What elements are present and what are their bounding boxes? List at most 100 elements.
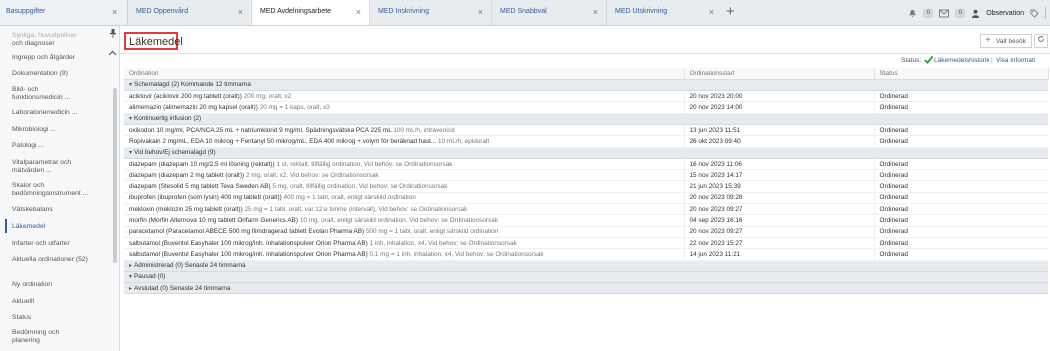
table-row[interactable]: diazepam (diazepam 10 mg/2,5 ml lösning … — [124, 158, 1048, 171]
sidebar-item-mikrobiologi[interactable]: Mikrobiologi ... — [12, 126, 108, 134]
close-icon[interactable]: × — [593, 7, 598, 17]
divider — [120, 53, 1050, 54]
valt-besok-button[interactable]: + Valt besök — [980, 34, 1032, 48]
sidebar-item-aktuellt[interactable]: Aktuellt — [12, 298, 108, 306]
table-row[interactable]: salbutamol (Buventol Easyhaler 100 mikro… — [124, 237, 1048, 250]
group-row[interactable]: ▾ Pausad (0) — [124, 271, 1048, 284]
ordinationsstart-cell: 16 nov 2023 11:06 — [683, 158, 874, 171]
user-icon[interactable] — [971, 9, 980, 18]
medication-detail: 2 mg, oralt, x2, Vid behov: se Ordinatio… — [245, 171, 379, 179]
sidebar-item-status[interactable]: Status — [12, 314, 108, 322]
chevron-right-icon[interactable]: ▸ — [129, 263, 132, 269]
sidebar-item-ingrepp[interactable]: Ingrepp och åtgärder — [12, 54, 108, 62]
medication-name: oxikodon 10 mg/ml, PCA/NCA 25 mL + natri… — [129, 126, 392, 134]
close-icon[interactable]: × — [238, 7, 243, 17]
sidebar-item-bedomning[interactable]: Bedömning och planering — [12, 329, 82, 345]
table-header: Ordination Ordinationsstart Status — [124, 68, 1049, 80]
table-row[interactable]: diazepam (diazepam 2 mg tablett (oralt))… — [124, 169, 1048, 182]
group-row[interactable]: ▾ Vid behov/Ej schemalagd (9) — [124, 147, 1048, 159]
sidebar-item-skalor[interactable]: Skalor och bedömningsinstrument ... — [12, 182, 108, 198]
table-row[interactable]: Ropivakain 2 mg/mL, EDA 10 mikrog + Fent… — [124, 135, 1048, 148]
sidebar-scrollbar[interactable] — [113, 88, 117, 263]
tab-med-avdelningsarbete[interactable]: MED Avdelningsarbete × — [252, 0, 370, 25]
chevron-down-icon[interactable]: ▾ — [129, 274, 132, 280]
group-row[interactable]: ▸ Avslutad (0) Senaste 24 timmarna — [124, 282, 1048, 295]
column-header-ordination[interactable]: Ordination — [124, 68, 685, 80]
close-icon[interactable]: × — [356, 7, 361, 17]
ordination-cell: diazepam (Stesolid 5 mg tablett Teva Swe… — [124, 180, 684, 193]
ordinationsstart-cell: 14 jun 2023 11:21 — [683, 248, 874, 261]
ordination-cell: ibuprofen (ibuprofen (som lysin) 400 mg … — [124, 192, 684, 205]
ordinationsstart-cell: 20 nov 2023 14:00 — [683, 101, 874, 114]
medication-detail: 200 mg, oralt, x2 — [243, 92, 292, 100]
chevron-right-icon[interactable]: ▸ — [129, 286, 132, 292]
table-row[interactable]: morfin (Morfin Alternova 10 mg tablett O… — [124, 214, 1048, 227]
tab-med-utskrivning[interactable]: MED Utskrivning × — [607, 0, 722, 25]
table-row[interactable]: oxikodon 10 mg/ml, PCA/NCA 25 mL + natri… — [124, 124, 1048, 137]
medication-name: diazepam (diazepam 10 mg/2,5 ml lösning … — [129, 160, 275, 168]
table-row[interactable]: salbutamol (Buventol Easyhaler 100 mikro… — [124, 248, 1048, 261]
tab-label: Basuppgifter — [6, 8, 46, 15]
sidebar-item-dokumentation[interactable]: Dokumentation (9) — [12, 70, 108, 78]
message-badge: 0 — [955, 8, 966, 18]
main-panel: Läkemedel + Valt besök Status: Läkemedel… — [120, 26, 1050, 351]
chevron-down-icon[interactable]: ▾ — [129, 150, 132, 156]
medication-detail: 10 mg, oralt, enligt särskild ordination… — [299, 217, 498, 224]
ordinationsstart-cell: 22 nov 2023 15:27 — [683, 237, 874, 250]
plus-icon: + — [985, 35, 991, 46]
column-header-ordinationsstart[interactable]: Ordinationsstart — [684, 68, 875, 80]
medication-detail: 25 mg = 1 tabl, oralt, var 12:e timme (i… — [244, 205, 468, 213]
pin-icon[interactable] — [110, 29, 116, 38]
ordinationsstart-cell: 20 nov 2023 09:28 — [683, 192, 874, 205]
ordinationsstart-cell: 20 nov 2023 09:27 — [683, 226, 874, 238]
group-row[interactable]: ▾ Schemalagd (2) Kommande 12 timmarna — [124, 79, 1048, 92]
message-icon[interactable] — [939, 9, 950, 18]
column-header-status[interactable]: Status — [874, 68, 1049, 80]
tab-label: MED Avdelningsarbete — [260, 8, 332, 15]
close-icon[interactable]: × — [709, 7, 714, 17]
sidebar-item-vatskebalans[interactable]: Vätskebalans — [12, 206, 108, 214]
valt-besok-label: Valt besök — [996, 38, 1026, 45]
sidebar-item-aktuella-ordinationer[interactable]: Aktuella ordinationer (52) — [12, 256, 88, 264]
chevron-down-icon[interactable]: ▾ — [129, 116, 132, 122]
add-tab-button[interactable]: + — [726, 3, 735, 20]
chevron-down-icon[interactable]: ▾ — [129, 82, 132, 88]
observation-label[interactable]: Observation — [986, 10, 1024, 17]
sidebar-item-bild-funktionsmedicin[interactable]: Bild- och funktionsmedicin ... — [12, 86, 90, 102]
group-row[interactable]: ▾ Kontinuerlig infusion (2) — [124, 113, 1048, 125]
visa-information-link[interactable]: Visa informati — [996, 57, 1035, 64]
group-row[interactable]: ▸ Administrerad (0) Senaste 24 timmarna — [124, 260, 1048, 272]
sidebar-item-ny-ordination[interactable]: Ny ordination — [12, 281, 108, 289]
table-row[interactable]: ibuprofen (ibuprofen (som lysin) 400 mg … — [124, 192, 1048, 205]
table-row[interactable]: aciklovir (aciklovir 200 mg tablett (ora… — [124, 90, 1048, 103]
sidebar-item-infarter[interactable]: Infarter och utfarter — [12, 240, 108, 248]
tab-med-snabbval[interactable]: MED Snabbval × — [492, 0, 607, 25]
sidebar-item-lakemedel[interactable]: Läkemedel — [12, 223, 108, 231]
group-cell: ▾ Pausad (0) — [124, 271, 1048, 284]
refresh-button[interactable] — [1034, 34, 1048, 48]
group-cell: ▾ Schemalagd (2) Kommande 12 timmarna — [124, 79, 1048, 92]
tab-basuppgifter[interactable]: Basuppgifter × — [0, 0, 128, 25]
table-row[interactable]: alimemazin (alimemazin 20 mg kapsel (ora… — [124, 101, 1048, 114]
lakemedelshistorik-link[interactable]: Läkemedelshistorik — [934, 57, 990, 64]
bell-icon[interactable] — [908, 9, 917, 18]
tab-med-oppenvard[interactable]: MED Oppenvård × — [128, 0, 252, 25]
sidebar-item-label[interactable]: och diagnoser — [12, 40, 108, 48]
table-row[interactable]: mekloxin (meklozin 25 mg tablett (oralt)… — [124, 203, 1048, 216]
close-icon[interactable]: × — [112, 7, 117, 17]
tag-icon[interactable] — [1030, 8, 1039, 18]
notification-badge: 0 — [923, 8, 934, 18]
table-row[interactable]: diazepam (Stesolid 5 mg tablett Teva Swe… — [124, 180, 1048, 193]
sidebar-item-patologi[interactable]: Patologi ... — [12, 142, 108, 150]
tab-med-inskrivning[interactable]: MED Inskrivning × — [370, 0, 492, 25]
sidebar-item-vitalparametrar[interactable]: Vitalparametrar och mätvärden ... — [12, 159, 88, 175]
sidebar-item-label[interactable]: Synliga, huvudpoliser — [12, 32, 108, 40]
medication-name: diazepam (diazepam 2 mg tablett (oralt)) — [129, 171, 245, 179]
chevron-up-icon[interactable] — [108, 50, 117, 56]
close-icon[interactable]: × — [478, 7, 483, 17]
table-row[interactable]: paracetamol (Paracetamol ABECE 500 mg fi… — [124, 226, 1048, 238]
medication-detail: 400 mg = 1 tabl, oralt, enligt särskild … — [283, 194, 416, 202]
sidebar-item-laboratoriemedicin[interactable]: Laboratoriemedicin ... — [12, 109, 108, 117]
ordination-cell: aciklovir (aciklovir 200 mg tablett (ora… — [124, 90, 684, 103]
status-cell: Ordinerad — [873, 180, 1048, 193]
